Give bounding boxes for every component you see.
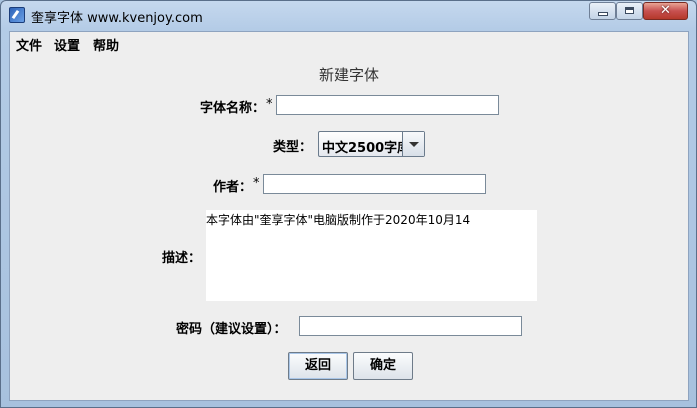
menu-settings[interactable]: 设置 xyxy=(54,35,80,54)
password-input[interactable] xyxy=(299,316,522,336)
menu-bar: 文件 设置 帮助 xyxy=(10,32,688,54)
client-area: 文件 设置 帮助 新建字体 字体名称： * 类型： 中文2500字库 作者： *… xyxy=(9,31,689,401)
author-label: 作者： xyxy=(213,180,253,195)
maximize-button[interactable] xyxy=(616,2,643,20)
confirm-button[interactable]: 确定 xyxy=(353,352,413,380)
description-label: 描述： xyxy=(162,251,202,266)
title-bar[interactable]: 奎享字体 www.kvenjoy.com ✕ xyxy=(1,1,696,31)
font-name-required-mark: * xyxy=(266,97,273,112)
type-select[interactable]: 中文2500字库 xyxy=(318,131,425,157)
password-label: 密码（建议设置）： xyxy=(176,322,287,337)
window-title: 奎享字体 www.kvenjoy.com xyxy=(31,11,203,26)
author-input[interactable] xyxy=(263,174,486,194)
type-label: 类型： xyxy=(273,140,313,155)
back-button[interactable]: 返回 xyxy=(288,352,348,380)
close-button[interactable]: ✕ xyxy=(643,2,688,20)
font-name-input[interactable] xyxy=(276,95,499,115)
app-window: 奎享字体 www.kvenjoy.com ✕ 文件 设置 帮助 新建字体 字体名… xyxy=(0,0,697,408)
app-pen-icon xyxy=(9,7,25,23)
description-textarea[interactable]: 本字体由"奎享字体"电脑版制作于2020年10月14 xyxy=(206,210,537,301)
author-required-mark: * xyxy=(253,176,260,191)
menu-help[interactable]: 帮助 xyxy=(93,35,119,54)
close-icon: ✕ xyxy=(660,3,671,18)
chevron-down-icon[interactable] xyxy=(402,132,424,156)
font-name-label: 字体名称： xyxy=(200,101,266,116)
menu-file[interactable]: 文件 xyxy=(16,35,42,54)
minimize-button[interactable] xyxy=(589,2,616,20)
form-title: 新建字体 xyxy=(318,66,379,84)
type-select-value: 中文2500字库 xyxy=(322,141,411,156)
